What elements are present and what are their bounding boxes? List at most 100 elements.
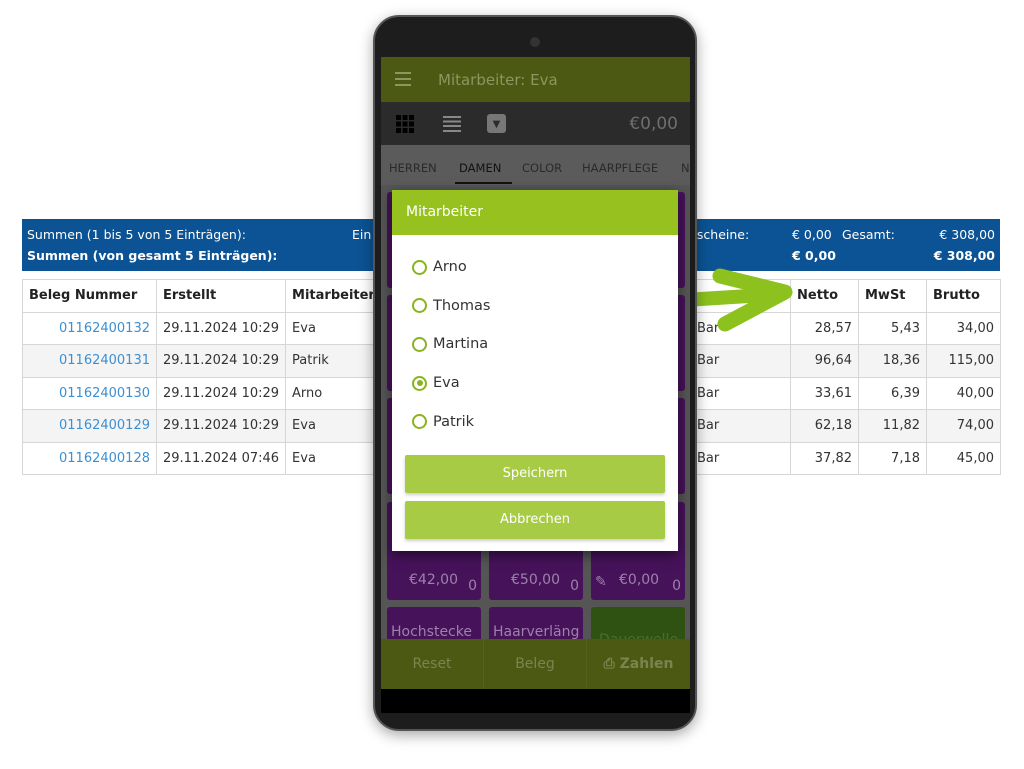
tab-color[interactable]: COLOR — [522, 161, 562, 175]
table-row: 01162400128 29.11.2024 07:46 Eva — [22, 441, 382, 475]
tile-price: €50,00 — [511, 572, 560, 588]
beleg-button[interactable]: Beleg — [484, 639, 587, 689]
employee-option[interactable]: Patrik — [412, 414, 474, 430]
created-cell: 29.11.2024 10:29 — [155, 376, 287, 410]
table-row: 01162400132 29.11.2024 10:29 Eva — [22, 311, 382, 345]
employee-option[interactable]: Thomas — [412, 298, 490, 314]
brutto-cell: 34,00 — [926, 311, 1001, 345]
tab-herren[interactable]: HERREN — [389, 161, 437, 175]
reset-button[interactable]: Reset — [381, 639, 484, 689]
category-tabs: HERREN DAMEN COLOR HAARPFLEGE N — [381, 145, 690, 185]
table-row: 01162400129 29.11.2024 10:29 Eva — [22, 409, 382, 443]
netto-cell: 28,57 — [790, 311, 859, 345]
beleg-link[interactable]: 01162400128 — [22, 441, 157, 475]
beleg-link[interactable]: 01162400130 — [22, 376, 157, 410]
employee-cell: Eva — [285, 409, 382, 443]
zahlen-button[interactable]: ⎙ Zahlen — [587, 639, 690, 689]
active-tab-indicator — [455, 182, 512, 184]
tile-price: €0,00 — [619, 572, 660, 588]
col-mitarbeiter[interactable]: Mitarbeiter — [285, 279, 382, 313]
mwst-cell: 7,18 — [858, 441, 927, 475]
table-row: 01162400130 29.11.2024 10:29 Arno — [22, 376, 382, 410]
radio-button[interactable] — [412, 298, 427, 314]
employee-dialog: Mitarbeiter Arno Thomas Martina Eva Patrik S… — [392, 190, 678, 551]
table-row: 01162400131 29.11.2024 10:29 Patrik — [22, 344, 382, 378]
col-mwst[interactable]: MwSt — [858, 279, 927, 313]
employee-cell: Patrik — [285, 344, 382, 378]
table-row: Bar 62,18 11,82 74,00 — [690, 409, 1001, 443]
brutto-cell: 45,00 — [926, 441, 1001, 475]
tile-count: 0 — [672, 578, 681, 594]
gutscheine-page: € 0,00 — [792, 227, 832, 242]
tab-damen[interactable]: DAMEN — [459, 161, 501, 175]
grid-view-icon[interactable] — [396, 115, 414, 133]
tile-name: Hochstecke — [391, 624, 472, 640]
brutto-cell: 74,00 — [926, 409, 1001, 443]
gesamt-total: € 308,00 — [933, 248, 995, 263]
zahlen-label: Zahlen — [619, 656, 674, 672]
employee-option[interactable]: Eva — [412, 375, 460, 391]
netto-cell: 37,82 — [790, 441, 859, 475]
mwst-cell: 18,36 — [858, 344, 927, 378]
payment-cell: Bar — [690, 441, 791, 475]
employee-cell: Eva — [285, 441, 382, 475]
employee-cell: Arno — [285, 376, 382, 410]
beleg-link[interactable]: 01162400129 — [22, 409, 157, 443]
employee-cell: Eva — [285, 311, 382, 345]
created-cell: 29.11.2024 07:46 — [155, 441, 287, 475]
option-label: Eva — [433, 375, 460, 392]
edit-icon[interactable]: ✎ — [595, 574, 607, 590]
employee-option[interactable]: Arno — [412, 259, 467, 275]
employee-option[interactable]: Martina — [412, 336, 488, 352]
table-row: Bar 37,82 7,18 45,00 — [690, 441, 1001, 475]
toolbar: ▼ €0,00 — [381, 102, 690, 145]
mwst-cell: 6,39 — [858, 376, 927, 410]
radio-button[interactable] — [412, 259, 427, 275]
payment-cell: Bar — [690, 409, 791, 443]
printer-icon: ⎙ — [603, 656, 620, 672]
option-label: Thomas — [433, 297, 491, 314]
drawer-icon[interactable]: ▼ — [487, 114, 506, 133]
beleg-link[interactable]: 01162400131 — [22, 344, 157, 378]
gesamt-page: € 308,00 — [939, 227, 995, 242]
tab-haarpflege[interactable]: HAARPFLEGE — [582, 161, 658, 175]
created-cell: 29.11.2024 10:29 — [155, 409, 287, 443]
col-beleg-nummer[interactable]: Beleg Nummer — [22, 279, 157, 313]
cancel-button[interactable]: Abbrechen — [405, 501, 665, 539]
netto-cell: 96,64 — [790, 344, 859, 378]
receipts-table-left: Beleg Nummer Erstellt Mitarbeiter 01162400… — [22, 279, 382, 475]
mwst-cell: 11,82 — [858, 409, 927, 443]
col-brutto[interactable]: Brutto — [926, 279, 1001, 313]
gutscheine-total: € 0,00 — [792, 248, 836, 263]
app-header: Mitarbeiter: Eva — [381, 57, 690, 102]
radio-button[interactable] — [412, 414, 427, 430]
summary-total-label: Summen (von gesamt 5 Einträgen): — [27, 248, 278, 263]
gesamt-label: Gesamt: — [842, 227, 895, 242]
beleg-link[interactable]: 01162400132 — [22, 311, 157, 345]
camera-icon — [530, 37, 540, 47]
payment-cell: Bar — [690, 344, 791, 378]
netto-cell: 62,18 — [790, 409, 859, 443]
radio-button[interactable] — [412, 375, 427, 391]
brutto-cell: 115,00 — [926, 344, 1001, 378]
col-erstellt[interactable]: Erstellt — [155, 279, 287, 313]
menu-icon[interactable] — [395, 72, 411, 86]
cart-total: €0,00 — [629, 114, 678, 134]
save-button[interactable]: Speichern — [405, 455, 665, 493]
col-netto[interactable]: Netto — [790, 279, 859, 313]
table-row: Bar 96,64 18,36 115,00 — [690, 344, 1001, 378]
tile-count: 0 — [468, 578, 477, 594]
radio-button[interactable] — [412, 336, 427, 352]
list-view-icon[interactable] — [443, 116, 461, 132]
summary-page-label: Summen (1 bis 5 von 5 Einträgen): — [27, 227, 246, 242]
app-title: Mitarbeiter: Eva — [438, 71, 558, 89]
tab-more[interactable]: N — [681, 161, 690, 175]
mwst-cell: 5,43 — [858, 311, 927, 345]
option-label: Martina — [433, 336, 489, 353]
bottom-bar: Reset Beleg ⎙ Zahlen — [381, 639, 690, 689]
table-row: Bar 33,61 6,39 40,00 — [690, 376, 1001, 410]
tile-price: €42,00 — [409, 572, 458, 588]
payment-cell: Bar — [690, 376, 791, 410]
option-label: Patrik — [433, 413, 475, 430]
dialog-title: Mitarbeiter — [392, 190, 678, 235]
